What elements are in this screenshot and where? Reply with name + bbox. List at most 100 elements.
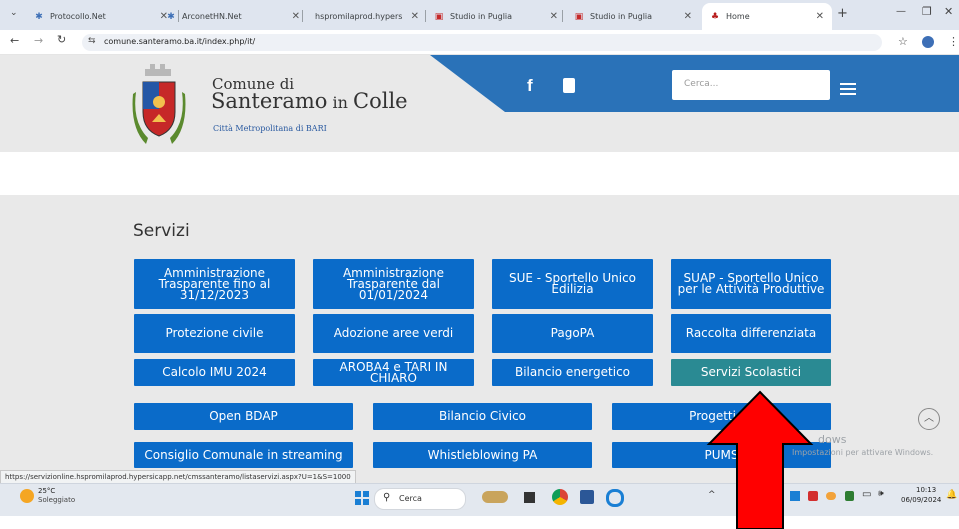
search-icon: ⚲ [383,492,391,503]
back-icon[interactable]: ← [10,34,19,47]
tab-title: ArconetHN.Net [182,12,242,21]
site-subtitle: Città Metropolitana di BARI [213,124,327,133]
scroll-to-top-icon[interactable]: ︿ [918,408,940,430]
service-button-label: Whistleblowing PA [427,447,538,462]
service-button-bilancio-energetico[interactable]: Bilancio energetico [492,359,653,386]
site-title[interactable]: Santeramo in Colle [211,89,408,113]
service-button-label: AROBA4 e TARI IN CHIARO [339,359,448,385]
weather-icon[interactable] [20,489,34,503]
service-button-raccolta-differenziata[interactable]: Raccolta differenziata [671,314,831,353]
service-button-consiglio-comunale-in-streaming[interactable]: Consiglio Comunale in streaming [134,442,353,468]
status-url-bubble: https://servizionline.hspromilaprod.hype… [0,470,356,484]
weather-temp: 25°C [38,487,56,495]
clock-date[interactable]: 06/09/2024 [901,496,941,504]
taskbar-search[interactable]: ⚲ Cerca [374,488,466,510]
service-button-amministrazione-trasparente-dal-01-01-2024[interactable]: Amministrazione Trasparente dal 01/01/20… [313,259,474,309]
task-view-icon[interactable] [524,492,535,503]
service-button-open-bdap[interactable]: Open BDAP [134,403,353,430]
youtube-icon[interactable] [563,78,575,93]
coat-of-arms-logo[interactable] [130,62,188,148]
service-button-bilancio-civico[interactable]: Bilancio Civico [373,403,592,430]
close-icon[interactable]: ✕ [684,11,692,22]
tab-studio-puglia-2[interactable]: ▣ Studio in Puglia ✕ [566,3,700,30]
network-icon[interactable]: ▭ [862,489,871,500]
bookmark-star-icon[interactable]: ☆ [898,35,908,48]
close-icon[interactable]: ✕ [411,11,419,22]
search-input[interactable]: Cerca... [672,70,830,100]
tab-studio-puglia-1[interactable]: ▣ Studio in Puglia ✕ [426,3,566,30]
tray-shield-icon[interactable] [845,491,854,501]
windows-taskbar: 25°C Soleggiato ⚲ Cerca ^ ▭ 🕪 10:13 06/0… [0,483,959,516]
site-title-main: Santeramo [211,89,328,113]
start-windows-icon[interactable] [355,491,369,505]
service-button-calcolo-imu-2024[interactable]: Calcolo IMU 2024 [134,359,295,386]
service-button-aroba4-e-tari-in-chiaro[interactable]: AROBA4 e TARI IN CHIARO [313,359,474,386]
tab-title: Protocollo.Net [50,12,106,21]
chrome-icon[interactable] [552,489,568,505]
tab-title: Studio in Puglia [590,12,653,21]
site-title-in: in [327,93,354,112]
search-placeholder: Cerca... [684,79,719,89]
service-button-label: Open BDAP [209,409,278,423]
new-tab-icon[interactable]: + [837,6,848,21]
app-ring-icon[interactable] [606,489,624,507]
tab-title: hspromilaprod.hypersicap… [315,12,403,21]
close-icon[interactable]: ✕ [816,11,824,22]
word-icon[interactable] [580,490,594,504]
service-button-label: PagoPA [550,326,595,340]
close-icon[interactable]: ✕ [550,11,558,22]
close-window-icon[interactable]: ✕ [944,5,953,18]
service-button-label: Consiglio Comunale in streaming [144,447,343,462]
service-button-label: Amministrazione Trasparente fino al 31/1… [158,265,271,302]
watermark-line1: dows [818,433,847,446]
tab-arconet[interactable]: ✱ ArconetHN.Net ✕ [158,3,308,30]
services-heading: Servizi [133,221,190,241]
url-text: comune.santeramo.ba.it/index.php/it/ [104,37,256,46]
service-button-amministrazione-trasparente-fino-al-31-12-2023[interactable]: Amministrazione Trasparente fino al 31/1… [134,259,295,309]
browser-tab-strip: ⌄ ✱ Protocollo.Net ✕ ✱ ArconetHN.Net ✕ h… [0,0,959,30]
tray-cloud-icon[interactable] [826,492,836,500]
red-arrow-annotation [706,390,814,529]
reload-icon[interactable]: ↻ [57,33,66,46]
comune-icon: ♣ [710,11,720,22]
site-info-icon[interactable]: ⇆ [88,36,96,46]
profile-icon[interactable] [922,36,934,48]
tab-search-dropdown-icon[interactable]: ⌄ [10,8,18,18]
service-button-label: SUE - Sportello Unico Edilizia [508,271,637,296]
facebook-icon[interactable]: f [527,76,533,96]
restore-icon[interactable]: ❐ [922,5,932,18]
widgets-icon[interactable] [482,491,508,503]
service-button-protezione-civile[interactable]: Protezione civile [134,314,295,353]
tab-title: Studio in Puglia [450,12,513,21]
service-button-label: Servizi Scolastici [700,365,802,379]
service-button-label: SUAP - Sportello Unico per le Attività P… [677,271,825,296]
service-button-adozione-aree-verdi[interactable]: Adozione aree verdi [313,314,474,353]
browser-menu-icon[interactable]: ⋮ [948,35,959,48]
close-icon[interactable]: ✕ [292,11,300,22]
address-bar[interactable]: ⇆ comune.santeramo.ba.it/index.php/it/ [82,34,882,51]
hamburger-menu-icon[interactable] [840,83,856,95]
taskbar-search-label: Cerca [399,494,422,503]
tab-title: Home [726,12,750,21]
service-button-label: Calcolo IMU 2024 [162,365,267,379]
clock-time[interactable]: 10:13 [916,486,936,494]
forward-icon[interactable]: → [34,34,43,47]
notification-bell-icon[interactable]: 🔔 [946,490,957,500]
tab-home[interactable]: ♣ Home ✕ [702,3,832,30]
site-title-end: Colle [353,89,408,113]
service-button-whistleblowing-pa[interactable]: Whistleblowing PA [373,442,592,468]
tab-protocollo[interactable]: ✱ Protocollo.Net ✕ [26,3,176,30]
app-icon: ✱ [35,11,43,22]
service-button-label: Amministrazione Trasparente dal 01/01/20… [342,265,445,302]
service-button-suap-sportello-unico-per-le-attivit-produttive[interactable]: SUAP - Sportello Unico per le Attività P… [671,259,831,309]
volume-icon[interactable]: 🕪 [878,489,884,499]
studio-icon: ▣ [434,11,444,22]
service-button-label: Protezione civile [165,326,264,340]
app-icon: ✱ [167,11,175,22]
tab-hspromila[interactable]: hspromilaprod.hypersicap… ✕ [305,3,427,30]
service-button-sue-sportello-unico-edilizia[interactable]: SUE - Sportello Unico Edilizia [492,259,653,309]
service-button-servizi-scolastici[interactable]: Servizi Scolastici [671,359,831,386]
service-button-pagopa[interactable]: PagoPA [492,314,653,353]
service-button-label: Raccolta differenziata [685,326,817,340]
minimize-icon[interactable]: — [896,6,906,17]
